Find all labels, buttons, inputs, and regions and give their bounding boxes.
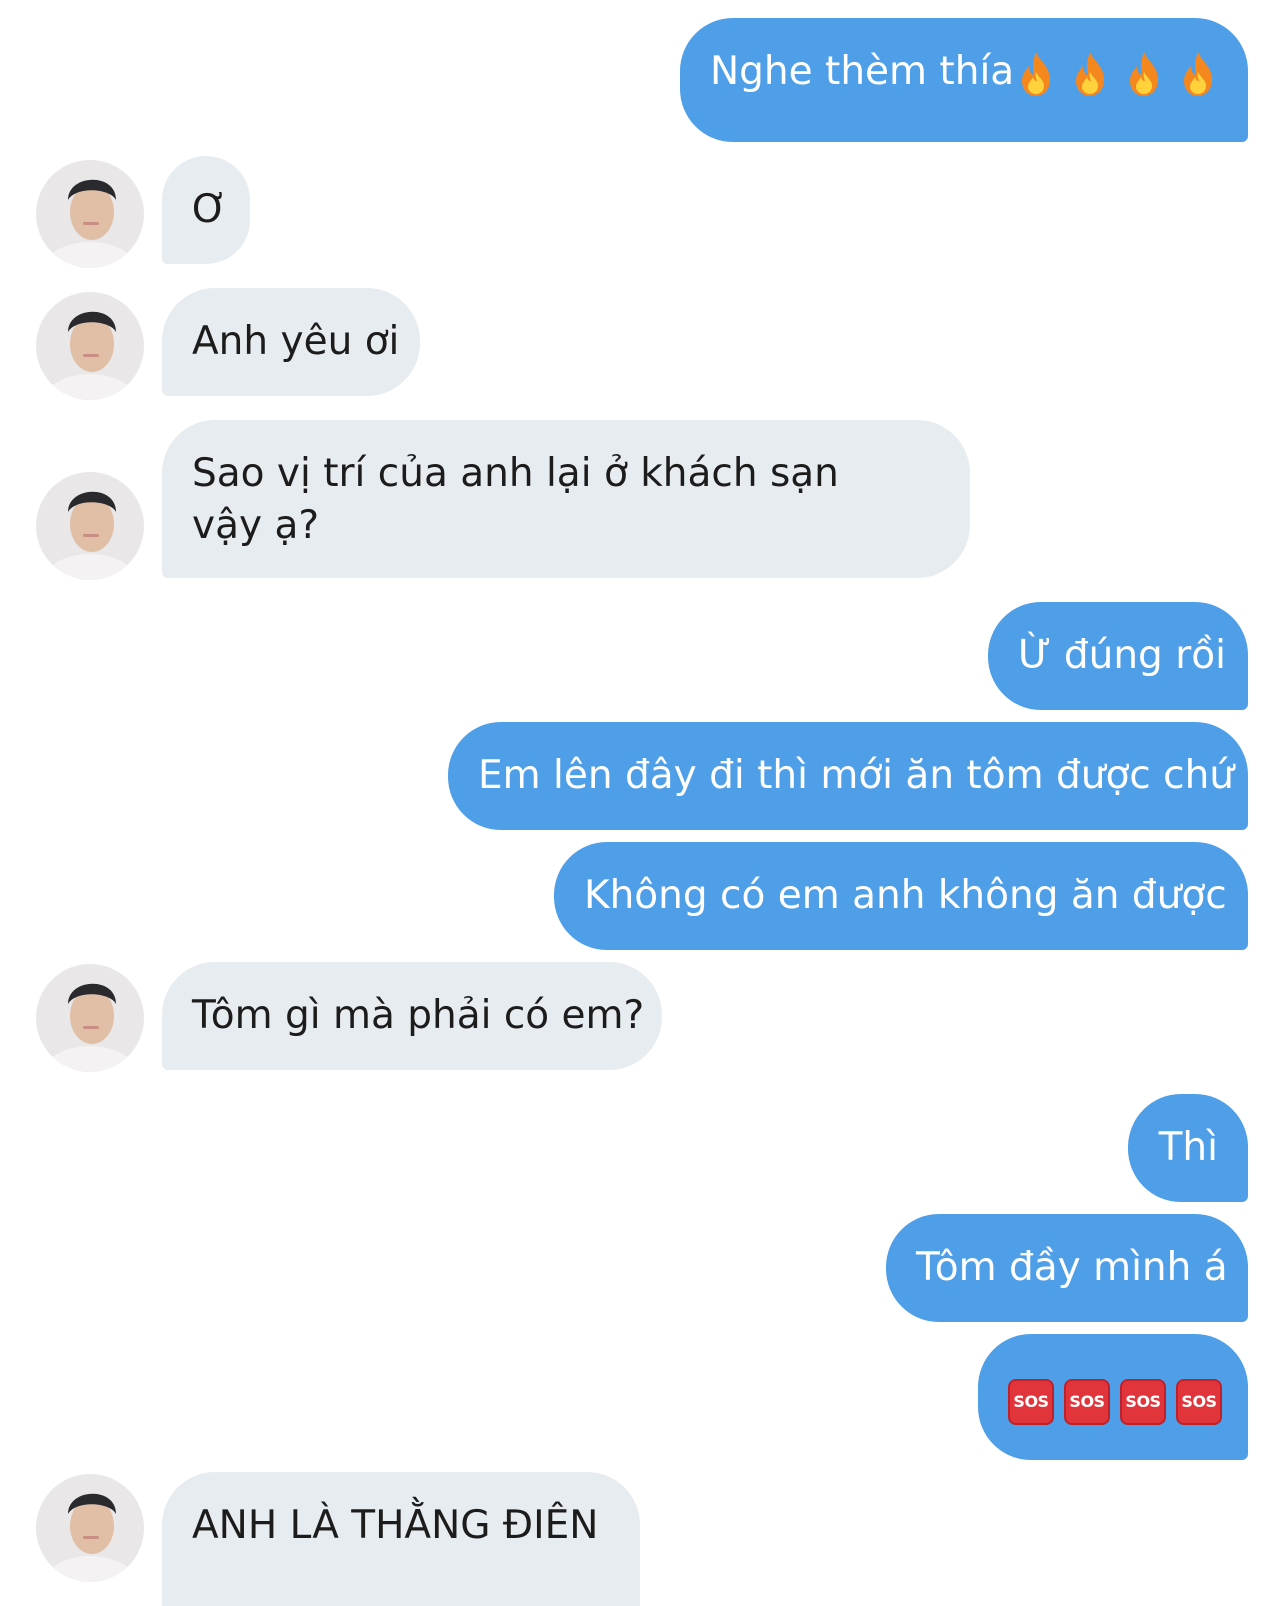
message-bubble-outgoing[interactable]: Không có em anh không ăn được (554, 842, 1248, 950)
message-text: Em lên đây đi thì mới ăn tôm được chứ (478, 753, 1235, 798)
message-bubble-outgoing[interactable]: Thì (1128, 1094, 1248, 1202)
message-text: Tôm gì mà phải có em? (192, 993, 645, 1038)
sos-icon: SOS (1064, 1378, 1110, 1425)
sos-icon: SOS (1176, 1378, 1222, 1425)
message-text: Tôm đầy mình á (916, 1245, 1228, 1290)
fire-icon (1130, 51, 1159, 96)
fire-icon (1022, 51, 1051, 96)
emoji-group: SOS SOS SOS SOS (1008, 1378, 1222, 1425)
message-text: ANH LÀ THẰNG ĐIÊN (192, 1503, 599, 1548)
message-text: Thì (1158, 1125, 1218, 1170)
message-bubble-incoming[interactable]: Anh yêu ơi (162, 288, 420, 396)
message-bubble-incoming[interactable]: Sao vị trí của anh lại ở khách sạn vậy ạ… (162, 420, 970, 578)
sos-icon: SOS (1120, 1378, 1166, 1425)
avatar[interactable] (36, 964, 144, 1072)
emoji-group (1014, 50, 1220, 98)
message-bubble-incoming[interactable]: Ơ (162, 156, 250, 264)
message-bubble-outgoing[interactable]: Ừ đúng rồi (988, 602, 1248, 710)
message-bubble-outgoing[interactable]: Nghe thèm thía (680, 18, 1248, 142)
message-text: Anh yêu ơi (192, 319, 400, 364)
message-text: Nghe thèm thía (710, 49, 1015, 94)
avatar[interactable] (36, 160, 144, 268)
message-bubble-incoming[interactable]: ANH LÀ THẰNG ĐIÊN (162, 1472, 640, 1606)
avatar[interactable] (36, 472, 144, 580)
message-text: Sao vị trí của anh lại ở khách sạn vậy ạ… (192, 451, 839, 548)
message-bubble-incoming[interactable]: Tôm gì mà phải có em? (162, 962, 662, 1070)
fire-icon (1076, 51, 1105, 96)
message-text: Không có em anh không ăn được (584, 873, 1227, 918)
message-bubble-outgoing[interactable]: Em lên đây đi thì mới ăn tôm được chứ (448, 722, 1248, 830)
avatar[interactable] (36, 1474, 144, 1582)
sos-icon: SOS (1008, 1378, 1054, 1425)
fire-icon (1184, 51, 1213, 96)
message-text: Ơ (192, 187, 228, 232)
message-text: Ừ đúng rồi (1018, 633, 1226, 678)
avatar[interactable] (36, 292, 144, 400)
message-bubble-outgoing[interactable]: Tôm đầy mình á (886, 1214, 1248, 1322)
message-bubble-outgoing[interactable]: SOS SOS SOS SOS (978, 1334, 1248, 1460)
